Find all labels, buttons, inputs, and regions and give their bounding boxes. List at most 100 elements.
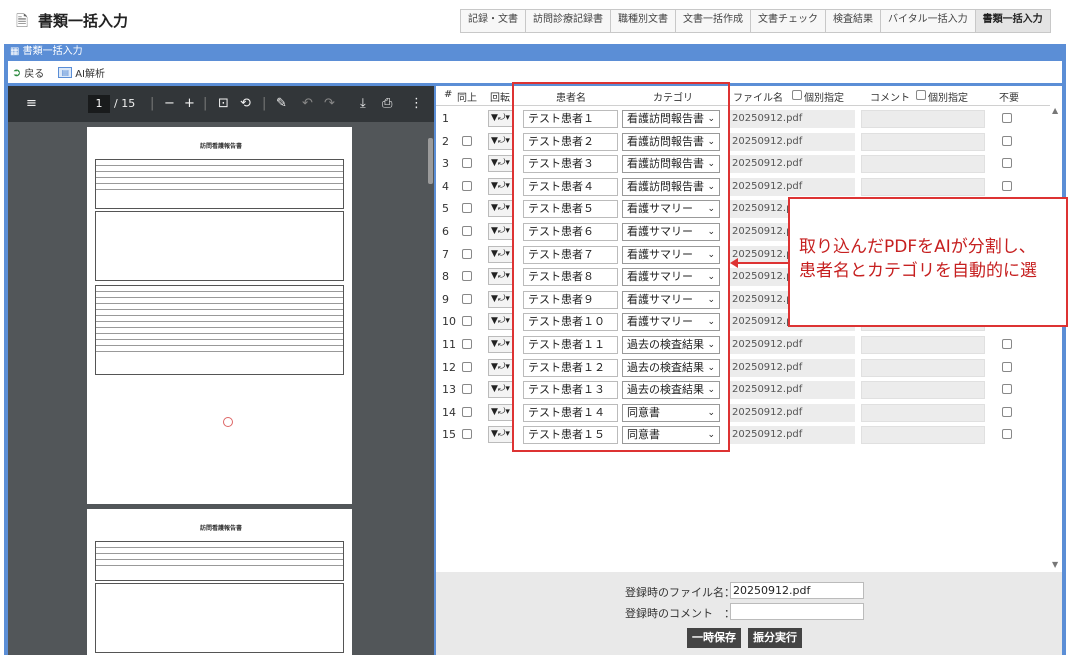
comment-field[interactable] <box>861 336 985 354</box>
same-as-above-checkbox[interactable] <box>462 271 472 282</box>
rotate-select[interactable]: ▼⤾▾ <box>488 426 514 444</box>
menu-icon[interactable]: ≡ <box>26 96 37 111</box>
unneeded-checkbox[interactable] <box>1002 135 1012 146</box>
nav-tab[interactable]: 職種別文書 <box>611 10 676 32</box>
same-as-above-checkbox[interactable] <box>462 429 472 440</box>
nav-tab[interactable]: 検査結果 <box>826 10 881 32</box>
file-name-field[interactable]: 20250912.pdf <box>730 426 855 445</box>
file-name-field[interactable]: 20250912.pdf <box>730 155 855 174</box>
rotate-select[interactable]: ▼⤾▾ <box>488 245 514 263</box>
unneeded-checkbox[interactable] <box>1002 361 1012 372</box>
unneeded-checkbox[interactable] <box>1002 113 1012 123</box>
same-as-above-checkbox[interactable] <box>462 248 472 259</box>
file-name-field[interactable]: 20250912.pdf <box>730 177 855 196</box>
rotate-select[interactable]: ▼⤾▾ <box>488 313 514 331</box>
doc-table <box>95 159 344 209</box>
same-as-above-checkbox[interactable] <box>462 135 472 146</box>
rotate-select[interactable]: ▼⤾▾ <box>488 358 514 376</box>
row-number: 6 <box>442 225 449 238</box>
nav-tab[interactable]: 訪問診療記録書 <box>526 10 611 32</box>
nav-tab[interactable]: 文書一括作成 <box>676 10 751 32</box>
more-icon[interactable]: ⋮ <box>410 96 423 111</box>
same-as-above-checkbox[interactable] <box>462 339 472 349</box>
scroll-up-icon[interactable]: ▲ <box>1052 106 1058 115</box>
document-icon: 🗎 <box>16 12 29 30</box>
zoom-out-icon[interactable]: − <box>164 96 175 111</box>
rotate-select[interactable]: ▼⤾▾ <box>488 336 514 353</box>
rotate-select[interactable]: ▼⤾▾ <box>488 381 514 399</box>
file-individual-checkbox[interactable] <box>792 90 802 100</box>
execute-button[interactable]: 振分実行 <box>748 628 802 648</box>
nav-tabs: 記録・文書 訪問診療記録書 職種別文書 文書一括作成 文書チェック 検査結果 バイタル一括入… <box>460 9 1051 33</box>
rotate-icon[interactable]: ⟲ <box>240 96 251 111</box>
print-icon[interactable]: ⎙ <box>382 96 392 111</box>
comment-field[interactable] <box>861 403 985 422</box>
same-as-above-checkbox[interactable] <box>462 384 472 395</box>
comment-field[interactable] <box>861 358 985 377</box>
grid-scrollbar[interactable]: ▲ ▼ <box>1050 106 1062 572</box>
rotate-select[interactable]: ▼⤾▾ <box>488 223 514 240</box>
file-name-input[interactable]: 20250912.pdf <box>730 582 864 599</box>
nav-tab[interactable]: 書類一括入力 <box>975 10 1050 32</box>
back-button[interactable]: ➲ 戻る <box>12 65 44 80</box>
same-as-above-checkbox[interactable] <box>462 361 472 372</box>
download-icon[interactable]: ⤓ <box>360 96 366 111</box>
rotate-select[interactable]: ▼⤾▾ <box>488 200 514 218</box>
comment-field[interactable] <box>861 426 985 445</box>
unneeded-checkbox[interactable] <box>1002 429 1012 440</box>
unneeded-checkbox[interactable] <box>1002 339 1012 349</box>
viewer-scrollbar[interactable] <box>426 122 434 655</box>
panel-icon: ▦ <box>10 46 23 57</box>
comment-field[interactable] <box>861 381 985 400</box>
nav-tab[interactable]: バイタル一括入力 <box>881 10 976 32</box>
viewer-scroll-thumb[interactable] <box>428 138 433 184</box>
comment-individual-checkbox[interactable] <box>916 90 926 100</box>
same-as-above-checkbox[interactable] <box>462 203 472 214</box>
unneeded-checkbox[interactable] <box>1002 406 1012 417</box>
annotate-icon[interactable]: ✎ <box>276 96 287 111</box>
page-number-input[interactable]: 1 <box>88 95 110 113</box>
unneeded-checkbox[interactable] <box>1002 384 1012 395</box>
rotate-select[interactable]: ▼⤾▾ <box>488 290 514 308</box>
unneeded-checkbox[interactable] <box>1002 180 1012 191</box>
nav-tab[interactable]: 記録・文書 <box>461 10 526 32</box>
comment-field[interactable] <box>861 177 985 196</box>
rotate-select[interactable]: ▼⤾▾ <box>488 403 514 421</box>
rotate-select[interactable]: ▼⤾▾ <box>488 155 514 173</box>
callout-line-2: 患者名とカテゴリを自動的に選 <box>799 261 1037 281</box>
same-as-above-checkbox[interactable] <box>462 406 472 417</box>
same-as-above-checkbox[interactable] <box>462 293 472 304</box>
comment-input[interactable] <box>730 603 864 620</box>
file-name-field[interactable]: 20250912.pdf <box>730 358 855 377</box>
comment-field[interactable] <box>861 110 985 128</box>
page-title: 書類一括入力 <box>38 12 129 30</box>
comment-field[interactable] <box>861 132 985 151</box>
rotate-select[interactable]: ▼⤾▾ <box>488 110 514 127</box>
scroll-down-icon[interactable]: ▼ <box>1052 560 1058 569</box>
same-as-above-checkbox[interactable] <box>462 180 472 191</box>
same-as-above-checkbox[interactable] <box>462 316 472 327</box>
fit-page-icon[interactable]: ⊡ <box>218 96 229 111</box>
zoom-in-icon[interactable]: + <box>184 96 195 111</box>
file-name-field[interactable]: 20250912.pdf <box>730 336 855 354</box>
ai-analyze-button[interactable]: ▤ AI解析 <box>58 65 105 80</box>
rotate-select[interactable]: ▼⤾▾ <box>488 268 514 286</box>
temp-save-button[interactable]: 一時保存 <box>687 628 741 648</box>
row-number: 11 <box>442 338 456 351</box>
header-same: 同上 <box>457 93 477 104</box>
rotate-select[interactable]: ▼⤾▾ <box>488 132 514 150</box>
same-as-above-checkbox[interactable] <box>462 226 472 236</box>
rotate-select[interactable]: ▼⤾▾ <box>488 177 514 195</box>
file-name-field[interactable]: 20250912.pdf <box>730 403 855 422</box>
unneeded-checkbox[interactable] <box>1002 158 1012 169</box>
comment-field[interactable] <box>861 155 985 174</box>
back-label: 戻る <box>24 68 45 80</box>
file-name-field[interactable]: 20250912.pdf <box>730 110 855 128</box>
ai-icon: ▤ <box>58 66 73 78</box>
panel-title: ▦ 書類一括入力 <box>4 44 1066 60</box>
same-as-above-checkbox[interactable] <box>462 158 472 169</box>
ai-label: AI解析 <box>75 68 106 80</box>
nav-tab[interactable]: 文書チェック <box>751 10 826 32</box>
file-name-field[interactable]: 20250912.pdf <box>730 132 855 151</box>
file-name-field[interactable]: 20250912.pdf <box>730 381 855 400</box>
